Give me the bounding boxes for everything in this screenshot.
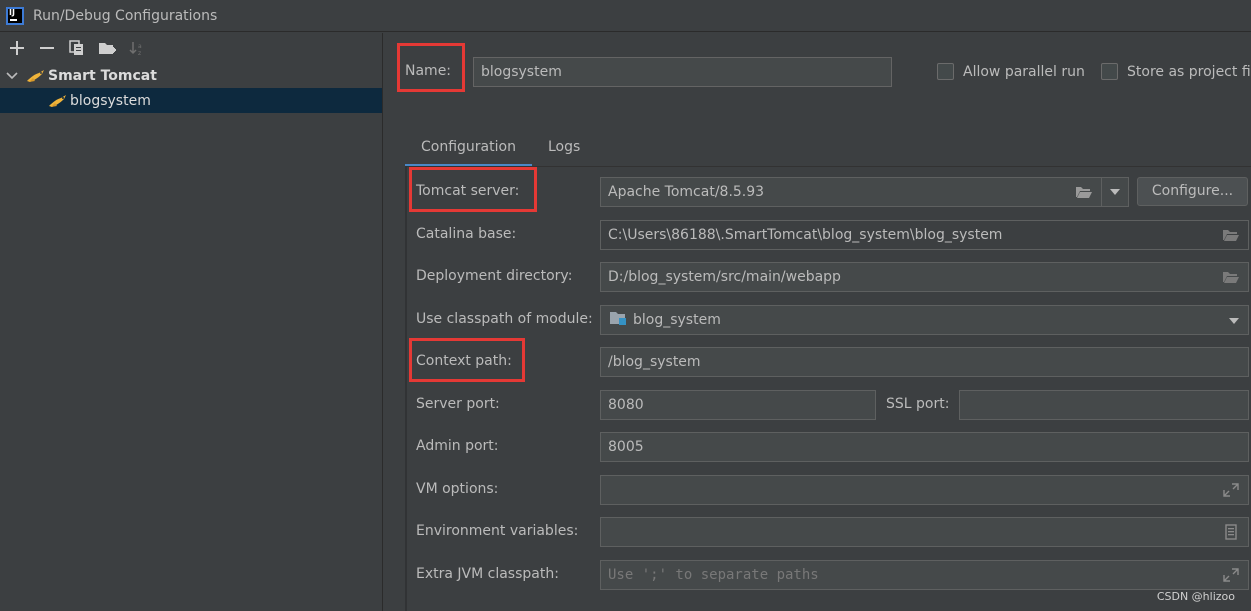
folder-open-icon[interactable]	[1075, 184, 1093, 200]
configuration-editor: Name: blogsystem Allow parallel run Stor…	[384, 33, 1251, 611]
name-input[interactable]: blogsystem	[473, 57, 892, 87]
expand-icon[interactable]	[1222, 482, 1240, 498]
vm-options-field[interactable]	[600, 475, 1249, 505]
server-port-field[interactable]: 8080	[600, 390, 876, 420]
title-bar: Run/Debug Configurations	[0, 0, 1251, 32]
plus-icon	[10, 41, 24, 55]
tomcat-server-dropdown[interactable]	[1102, 177, 1129, 207]
tree-group-smart-tomcat[interactable]: Smart Tomcat	[0, 63, 382, 88]
tomcat-server-value: Apache Tomcat/8.5.93	[608, 184, 765, 200]
tomcat-icon	[27, 69, 44, 82]
tomcat-server-label: Tomcat server:	[416, 183, 520, 199]
checkbox-box[interactable]	[937, 63, 954, 80]
document-icon[interactable]	[1222, 524, 1240, 540]
caret-down-icon	[1110, 189, 1120, 195]
sort-button[interactable]: a z	[122, 35, 152, 61]
catalina-base-label: Catalina base:	[416, 226, 517, 242]
classpath-module-combo[interactable]: blog_system	[600, 305, 1249, 335]
vm-options-label: VM options:	[416, 481, 499, 497]
ssl-port-label: SSL port:	[886, 396, 950, 412]
server-port-label: Server port:	[416, 396, 500, 412]
allow-parallel-run-checkbox[interactable]: Allow parallel run	[937, 63, 1085, 80]
caret-down-icon[interactable]	[1228, 317, 1240, 325]
admin-port-field[interactable]: 8005	[600, 432, 1249, 462]
add-configuration-button[interactable]	[2, 35, 32, 61]
tab-bar: Configuration Logs	[405, 129, 596, 167]
deployment-directory-value: D:/blog_system/src/main/webapp	[608, 269, 841, 285]
checkbox-label: Store as project file	[1127, 63, 1251, 80]
catalina-base-field[interactable]: C:\Users\86188\.SmartTomcat\blog_system\…	[600, 220, 1249, 250]
folder-open-icon[interactable]	[1222, 227, 1240, 243]
configurations-sidebar: a z Smart Tomcat blogsystem	[0, 33, 383, 611]
classpath-module-label: Use classpath of module:	[416, 311, 593, 327]
deployment-directory-field[interactable]: D:/blog_system/src/main/webapp	[600, 262, 1249, 292]
tomcat-icon	[49, 94, 66, 107]
classpath-module-value: blog_system	[633, 312, 721, 328]
window-title: Run/Debug Configurations	[33, 7, 218, 24]
copy-icon	[69, 40, 83, 55]
tab-divider	[405, 166, 1251, 167]
deployment-directory-label: Deployment directory:	[416, 268, 573, 284]
configure-button[interactable]: Configure...	[1137, 177, 1248, 206]
remove-configuration-button[interactable]	[32, 35, 62, 61]
sort-icon: a z	[129, 42, 142, 56]
content-border	[405, 167, 407, 611]
minus-icon	[40, 47, 54, 49]
context-path-field[interactable]: /blog_system	[600, 347, 1249, 377]
extra-jvm-classpath-placeholder: Use ';' to separate paths	[608, 567, 819, 583]
module-folder-icon	[610, 312, 626, 325]
new-folder-button[interactable]	[92, 35, 122, 61]
tree-item-blogsystem[interactable]: blogsystem	[0, 88, 382, 113]
checkbox-label: Allow parallel run	[963, 63, 1085, 80]
intellij-app-icon	[6, 6, 24, 25]
checkbox-box[interactable]	[1101, 63, 1118, 80]
chevron-down-icon[interactable]	[4, 68, 20, 84]
admin-port-label: Admin port:	[416, 438, 499, 454]
tree-group-label: Smart Tomcat	[48, 67, 157, 84]
expand-icon[interactable]	[1222, 567, 1240, 583]
folder-open-icon[interactable]	[1222, 269, 1240, 285]
environment-variables-label: Environment variables:	[416, 523, 579, 539]
ssl-port-field[interactable]	[959, 390, 1249, 420]
extra-jvm-classpath-label: Extra JVM classpath:	[416, 566, 559, 582]
extra-jvm-classpath-field[interactable]: Use ';' to separate paths	[600, 560, 1249, 590]
new-folder-icon	[99, 43, 116, 54]
watermark: CSDN @hlizoo	[1156, 590, 1235, 603]
sidebar-toolbar: a z	[0, 33, 382, 63]
tab-configuration[interactable]: Configuration	[405, 129, 532, 167]
environment-variables-field[interactable]	[600, 517, 1249, 547]
copy-configuration-button[interactable]	[62, 35, 92, 61]
svg-text:a: a	[138, 43, 142, 50]
name-label: Name:	[405, 63, 452, 79]
tree-item-label: blogsystem	[70, 92, 151, 109]
context-path-label: Context path:	[416, 353, 512, 369]
svg-text:z: z	[138, 50, 141, 56]
store-as-project-file-checkbox[interactable]: Store as project file	[1101, 63, 1251, 80]
tomcat-server-combo[interactable]: Apache Tomcat/8.5.93	[600, 177, 1102, 207]
tab-logs[interactable]: Logs	[532, 129, 596, 167]
catalina-base-value: C:\Users\86188\.SmartTomcat\blog_system\…	[608, 227, 1003, 243]
